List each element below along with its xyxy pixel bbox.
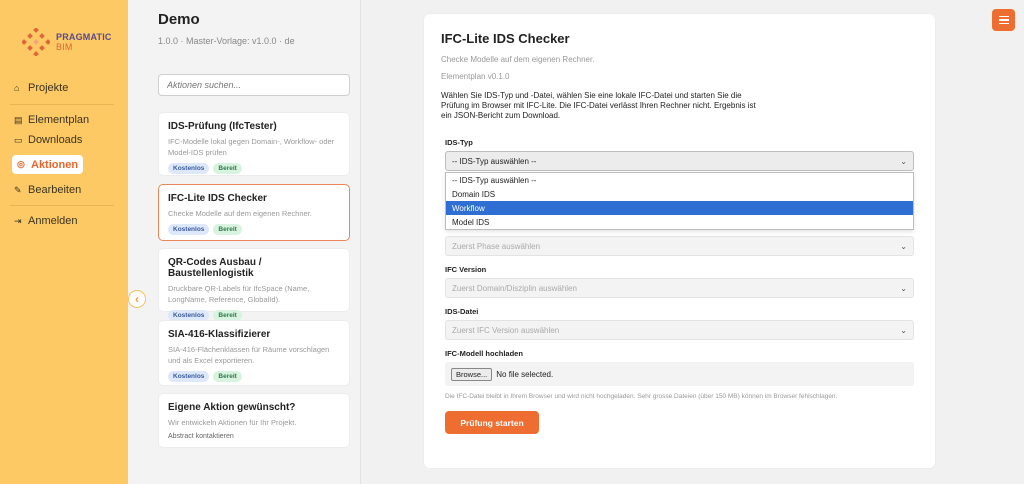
- nav-login[interactable]: ⇥ Anmelden: [14, 213, 78, 229]
- action-card[interactable]: SIA-416-Klassifizierer SIA-416-Flächenkl…: [158, 320, 350, 386]
- logo[interactable]: PRAGMATIC BIM: [20, 28, 120, 58]
- menu-icon-line: [998, 15, 1009, 18]
- badge-ready: Bereit: [213, 163, 242, 174]
- logo-text: PRAGMATIC BIM: [56, 32, 112, 52]
- badge-free: Kostenlos: [168, 371, 210, 382]
- browse-button[interactable]: Browse...: [451, 367, 493, 381]
- no-file-text: No file selected.: [496, 369, 554, 379]
- login-icon: ⇥: [14, 215, 22, 226]
- phase-select[interactable]: Zuerst Phase auswählen ⌄: [445, 236, 914, 256]
- custom-action-card[interactable]: Eigene Aktion gewünscht? Wir entwickeln …: [158, 393, 350, 448]
- search-input[interactable]: [158, 74, 350, 96]
- document-icon: ▤: [14, 114, 23, 125]
- card-desc: Wir entwickeln Aktionen für Ihr Projekt.: [168, 418, 297, 427]
- nav-login-label: Anmelden: [28, 215, 78, 227]
- menu-button[interactable]: [992, 9, 1015, 31]
- file-upload-field: Browse... No file selected.: [445, 362, 914, 386]
- dropdown-option-highlighted[interactable]: Workflow: [446, 201, 913, 215]
- panel-version: Elementplan v0.1.0: [441, 72, 510, 81]
- nav-edit-label: Bearbeiten: [28, 184, 82, 196]
- action-card[interactable]: QR-Codes Ausbau / Baustellenlogistik Dru…: [158, 248, 350, 321]
- nav-projects[interactable]: ⌂ Projekte: [14, 80, 68, 96]
- card-title: IFC-Lite IDS Checker: [168, 193, 267, 204]
- chevron-down-icon: ⌄: [900, 325, 907, 335]
- card-title: SIA-416-Klassifizierer: [168, 329, 271, 340]
- contact-link[interactable]: Abstract kontaktieren: [168, 433, 340, 440]
- project-title: Demo: [158, 11, 200, 28]
- nav-downloads[interactable]: ▭ Downloads: [14, 132, 82, 148]
- ifc-version-label: IFC Version: [445, 265, 487, 274]
- nav-actions-label: Aktionen: [31, 158, 79, 171]
- project-meta: 1.0.0 · Master-Vorlage: v1.0.0 · de: [158, 36, 295, 46]
- badge-ready: Bereit: [213, 224, 242, 235]
- card-desc: Druckbare QR-Labels für IfcSpace (Name, …: [168, 284, 310, 304]
- dropdown-option[interactable]: Domain IDS: [446, 187, 913, 201]
- card-title: QR-Codes Ausbau / Baustellenlogistik: [168, 257, 262, 279]
- ids-type-dropdown: -- IDS-Typ auswählen -- Domain IDS Workf…: [445, 172, 914, 230]
- badge-ready: Bereit: [213, 371, 242, 382]
- phase-placeholder: Zuerst Phase auswählen: [452, 241, 541, 251]
- ids-type-label: IDS-Typ: [445, 138, 473, 147]
- collapse-sidebar-button[interactable]: ‹: [128, 290, 146, 308]
- sidebar: PRAGMATIC BIM ⌂ Projekte ▤ Elementplan ▭…: [0, 0, 128, 484]
- ifc-version-select[interactable]: Zuerst Domain/Disziplin auswählen ⌄: [445, 278, 914, 298]
- chevron-down-icon: ⌄: [900, 283, 907, 293]
- panel-description: Wählen Sie IDS-Typ und -Datei, wählen Si…: [441, 91, 756, 120]
- card-desc: SIA-416-Flächenklassen für Räume vorschl…: [168, 345, 330, 365]
- checker-panel: IFC-Lite IDS Checker Checke Modelle auf …: [424, 14, 935, 468]
- card-desc: Checke Modelle auf dem eigenen Rechner.: [168, 209, 312, 218]
- badge-free: Kostenlos: [168, 224, 210, 235]
- actions-icon: ◎: [17, 159, 25, 169]
- edit-icon: ✎: [14, 184, 22, 195]
- nav-divider: [10, 205, 114, 206]
- start-check-button[interactable]: Prüfung starten: [445, 411, 539, 434]
- nav-elementplan[interactable]: ▤ Elementplan: [14, 112, 89, 128]
- nav-downloads-label: Downloads: [28, 134, 83, 146]
- ids-file-label: IDS-Datei: [445, 307, 479, 316]
- brand-line1: PRAGMATIC: [56, 32, 112, 42]
- actions-list-pane: Demo 1.0.0 · Master-Vorlage: v1.0.0 · de…: [128, 0, 361, 484]
- upload-hint: Die IFC-Datei bleibt in Ihrem Browser un…: [445, 393, 838, 400]
- panel-title: IFC-Lite IDS Checker: [441, 31, 570, 46]
- menu-icon-line: [998, 19, 1009, 21]
- nav-edit[interactable]: ✎ Bearbeiten: [14, 182, 81, 198]
- logo-icon: [22, 28, 50, 56]
- nav-projects-label: Projekte: [28, 82, 69, 94]
- ids-file-select[interactable]: Zuerst IFC Version auswählen ⌄: [445, 320, 914, 340]
- badge-free: Kostenlos: [168, 163, 210, 174]
- menu-icon-line: [998, 22, 1009, 25]
- card-title: Eigene Aktion gewünscht?: [168, 402, 296, 413]
- card-desc: IFC-Modelle lokal gegen Domain-, Workflo…: [168, 137, 335, 157]
- ifc-version-placeholder: Zuerst Domain/Disziplin auswählen: [452, 283, 577, 293]
- card-title: IDS-Prüfung (IfcTester): [168, 121, 277, 132]
- nav-divider: [10, 104, 114, 105]
- home-icon: ⌂: [14, 82, 20, 93]
- nav-actions[interactable]: ◎ Aktionen: [12, 155, 84, 174]
- download-icon: ▭: [14, 134, 23, 145]
- panel-subtitle: Checke Modelle auf dem eigenen Rechner.: [441, 55, 595, 64]
- ids-type-select[interactable]: -- IDS-Typ auswählen -- ⌄: [445, 151, 914, 171]
- ids-file-placeholder: Zuerst IFC Version auswählen: [452, 325, 560, 335]
- nav-elementplan-label: Elementplan: [28, 114, 90, 126]
- dropdown-option[interactable]: Model IDS: [446, 215, 913, 229]
- action-card[interactable]: IDS-Prüfung (IfcTester) IFC-Modelle loka…: [158, 112, 350, 176]
- brand-line2: BIM: [56, 42, 73, 52]
- chevron-down-icon: ⌄: [900, 156, 907, 166]
- action-card-selected[interactable]: IFC-Lite IDS Checker Checke Modelle auf …: [158, 184, 350, 241]
- chevron-left-icon: ‹: [135, 292, 139, 306]
- chevron-down-icon: ⌄: [900, 241, 907, 251]
- upload-label: IFC-Modell hochladen: [445, 349, 523, 358]
- ids-type-value: -- IDS-Typ auswählen --: [452, 156, 537, 166]
- dropdown-option[interactable]: -- IDS-Typ auswählen --: [446, 173, 913, 187]
